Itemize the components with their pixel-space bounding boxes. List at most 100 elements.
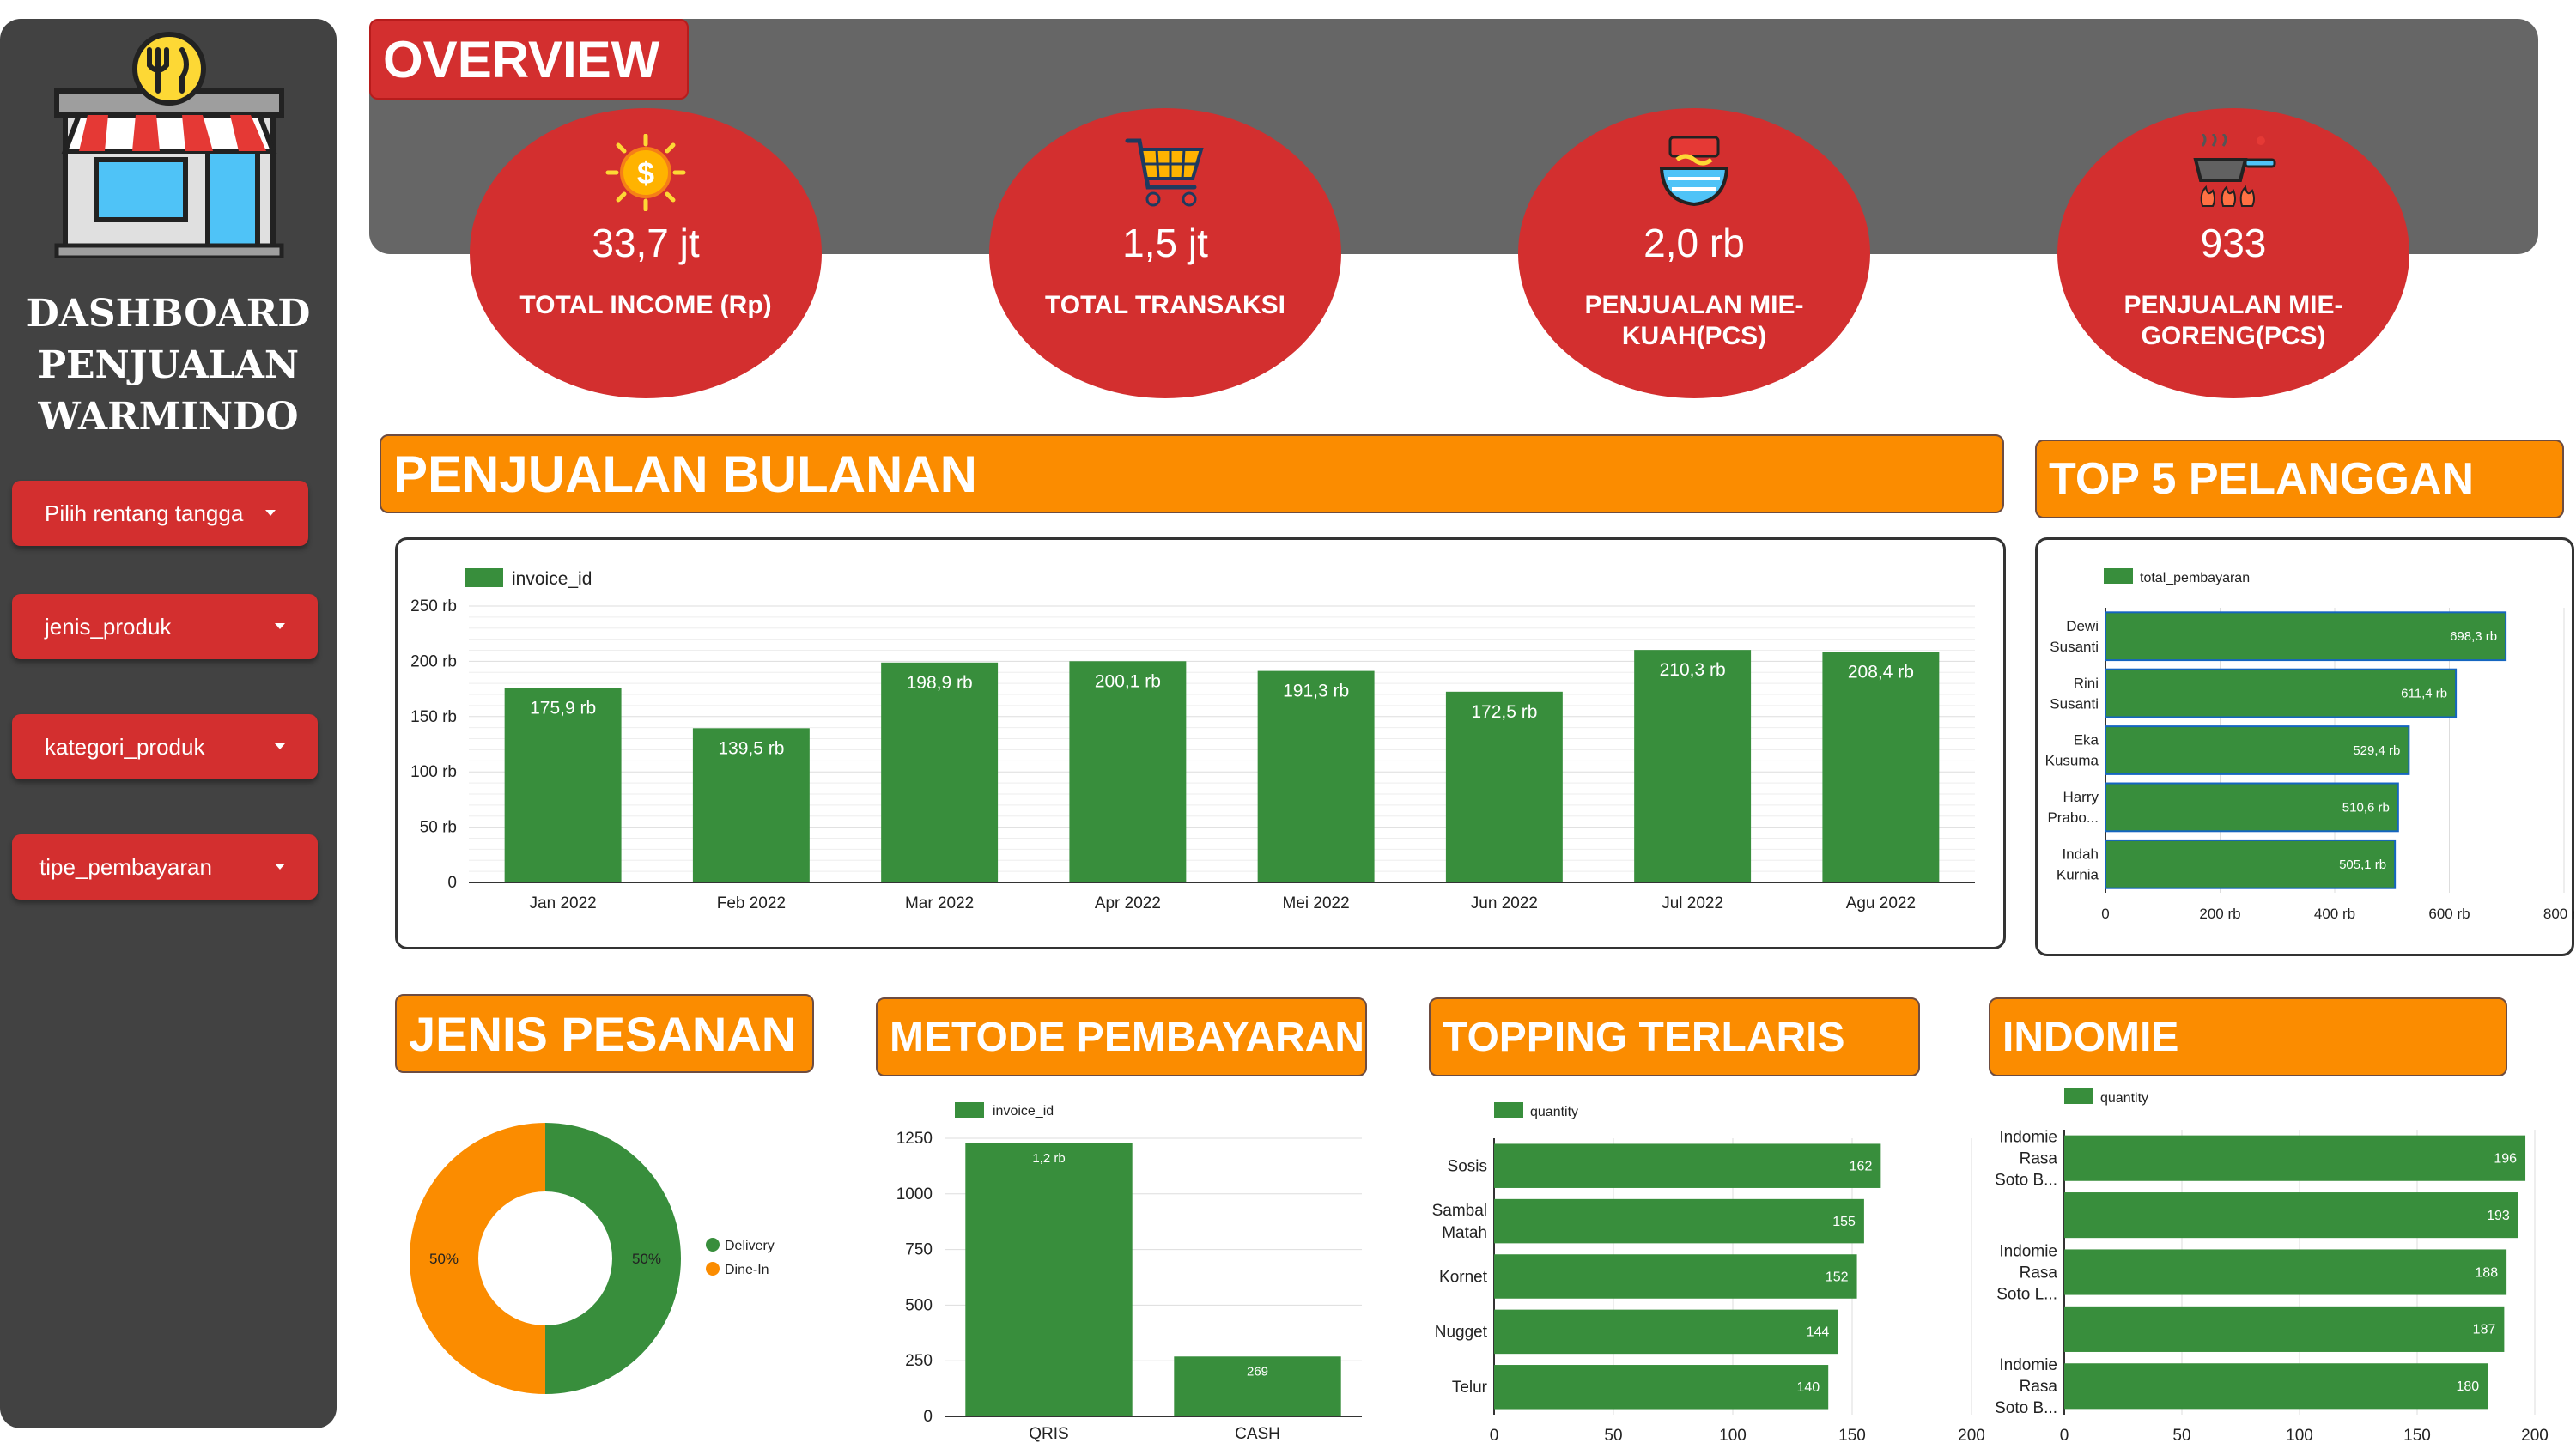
bar-value-label: 144 — [1807, 1325, 1830, 1340]
kpi-value: 1,5 jt — [1122, 221, 1208, 265]
bar-value-label: 505,1 rb — [2339, 858, 2386, 872]
y-category-label: Rasa — [2020, 1378, 2058, 1396]
y-tick-label: 50 rb — [420, 819, 457, 837]
bar — [2105, 611, 2507, 662]
y-tick-label: 100 rb — [410, 763, 457, 781]
dashboard-title-line-2: PENJUALAN — [37, 343, 300, 387]
y-category-label: Sosis — [1448, 1158, 1487, 1176]
chevron-down-icon — [275, 864, 285, 870]
top5-customers-chart: 0 200 rb 400 rb 600 rb 800 rb 698,3 rb Dewi Sus… — [2045, 568, 2574, 922]
indomie-chart: 0 50 100 150 200 196 Indomie Rasa Soto B... 193 18… — [1995, 1088, 2549, 1445]
bar — [881, 662, 999, 882]
bar-value-label: 210,3 rb — [1660, 660, 1726, 680]
topping-chart: 0 50 100 150 200162Sosis155SambalMatah152Kor… — [1432, 1102, 1985, 1445]
bar — [1257, 670, 1375, 882]
legend-swatch — [1494, 1102, 1523, 1118]
y-category-label: Indomie — [1999, 1242, 2057, 1260]
filter-label: jenis_produk — [45, 613, 172, 640]
bar — [2064, 1363, 2488, 1410]
bar-value-label: 162 — [1850, 1160, 1873, 1174]
legend-swatch — [2104, 568, 2133, 584]
bar-value-label: 139,5 rb — [718, 738, 784, 758]
bar — [1494, 1365, 1829, 1410]
legend-label: Dine-In — [725, 1263, 769, 1277]
payment-method-chart: 0 250 500 750 1000 1250 1,2 rb QRIS 269 CASH invoi… — [896, 1102, 1362, 1443]
y-category-label: Prabo... — [2047, 809, 2099, 826]
y-tick-label: 250 rb — [410, 597, 457, 615]
y-category-label: Dewi — [2066, 618, 2099, 634]
bar-value-label: 172,5 rb — [1471, 702, 1537, 722]
filter-label: tipe_pembayaran — [39, 853, 212, 880]
x-category-label: Feb 2022 — [717, 894, 786, 912]
legend-label: total_pembayaran — [2140, 571, 2250, 585]
store-logo-icon — [54, 32, 284, 258]
x-tick-label: 50 — [1604, 1427, 1622, 1445]
y-category-label: Eka — [2074, 732, 2099, 749]
section-title-topping-terlaris: TOPPING TERLARIS — [1429, 997, 1920, 1076]
bar-value-label: 188 — [2475, 1265, 2498, 1280]
x-tick-label: 200 rb — [2199, 906, 2240, 922]
bar — [1494, 1143, 1881, 1188]
x-tick-label: 100 — [1719, 1427, 1747, 1445]
frying-pan-icon — [2193, 134, 2276, 207]
section-title-penjualan-bulanan: PENJUALAN BULANAN — [380, 434, 2004, 513]
bar-value-label: 529,4 rb — [2353, 743, 2400, 758]
bar — [1494, 1309, 1838, 1355]
legend-swatch — [2064, 1088, 2093, 1104]
chevron-down-icon — [275, 623, 285, 629]
y-category-label: Susanti — [2050, 639, 2099, 655]
x-tick-label: 50 — [2172, 1427, 2190, 1445]
x-category-label: Mei 2022 — [1283, 894, 1350, 912]
y-tick-label: 250 — [905, 1352, 933, 1370]
section-title-jenis-pesanan: JENIS PESANAN — [395, 994, 814, 1073]
bar — [1494, 1254, 1857, 1299]
x-tick-label: 0 — [1490, 1427, 1499, 1445]
y-category-label: Indomie — [1999, 1356, 2057, 1374]
y-category-label: Soto L... — [1996, 1285, 2057, 1303]
bar-value-label: 155 — [1832, 1215, 1856, 1229]
y-tick-label: 1250 — [896, 1130, 933, 1148]
x-tick-label: 0 — [2060, 1427, 2069, 1445]
x-category-label: Jun 2022 — [1471, 894, 1538, 912]
x-tick-label: 150 — [1838, 1427, 1866, 1445]
y-category-label: Rini — [2074, 675, 2099, 691]
kpi-total-income: $ 33,7 jt TOTAL INCOME (Rp) — [470, 108, 822, 398]
x-tick-label: 400 rb — [2314, 906, 2355, 922]
y-category-label: Rasa — [2020, 1150, 2058, 1168]
kpi-label: PENJUALAN MIE-KUAH(PCS) — [1584, 291, 1804, 350]
bar-value-label: 193 — [2487, 1209, 2510, 1223]
bar — [2064, 1249, 2507, 1295]
bar — [1494, 1198, 1864, 1244]
y-category-label: Sambal — [1432, 1202, 1487, 1220]
legend-swatch — [955, 1102, 984, 1118]
filter-date-range-dropdown[interactable]: Pilih rentang tangga — [12, 481, 308, 546]
y-tick-label: 0 — [447, 874, 457, 892]
dashboard-title-line-3: WARMINDO — [38, 395, 299, 439]
legend-swatch — [706, 1238, 720, 1252]
filter-jenis-produk-dropdown[interactable]: jenis_produk — [12, 594, 318, 659]
y-category-label: Susanti — [2050, 695, 2099, 712]
y-category-label: Telur — [1452, 1379, 1488, 1397]
chevron-down-icon — [265, 510, 276, 516]
kpi-label: TOTAL INCOME (Rp) — [519, 291, 772, 319]
x-tick-label: 800 rb — [2543, 906, 2574, 922]
legend-label: Delivery — [725, 1239, 775, 1253]
legend-swatch — [465, 568, 503, 587]
x-category-label: Apr 2022 — [1095, 894, 1161, 912]
coin-icon: $ — [605, 134, 686, 211]
y-category-label: Indah — [2062, 846, 2099, 862]
filter-tipe-pembayaran-dropdown[interactable]: tipe_pembayaran — [12, 834, 318, 900]
bar-value-label: 198,9 rb — [907, 673, 973, 693]
bar — [2064, 1306, 2505, 1352]
cart-icon — [1125, 138, 1204, 207]
kpi-value: 33,7 jt — [592, 221, 700, 265]
chevron-down-icon — [275, 743, 285, 749]
filter-kategori-produk-dropdown[interactable]: kategori_produk — [12, 714, 318, 779]
bar — [2064, 1192, 2518, 1239]
noodle-bowl-icon — [1659, 136, 1729, 207]
bar — [1634, 650, 1752, 882]
bar-value-label: 698,3 rb — [2450, 629, 2497, 644]
x-category-label: Jan 2022 — [530, 894, 597, 912]
y-category-label: Nugget — [1435, 1324, 1488, 1342]
pie-slice-label: 50% — [632, 1251, 661, 1267]
